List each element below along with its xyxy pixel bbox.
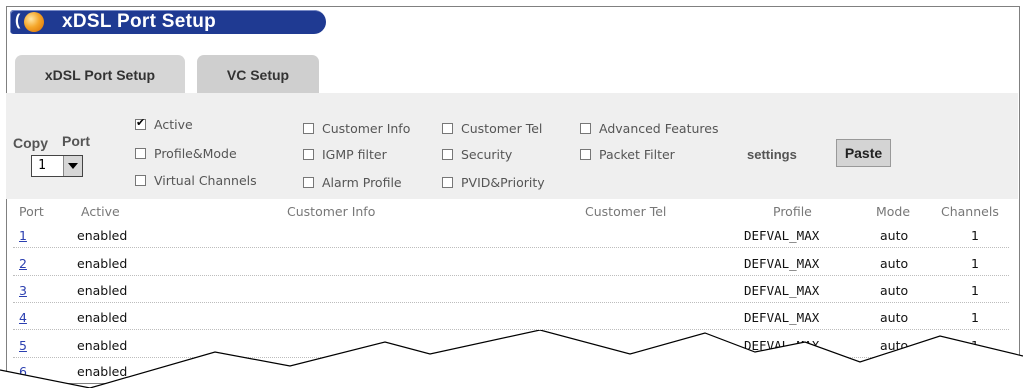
checkbox-label: Profile&Mode bbox=[154, 146, 237, 161]
column-header-active: Active bbox=[81, 204, 120, 219]
port-link[interactable]: 3 bbox=[19, 283, 27, 298]
column-header-port: Port bbox=[19, 204, 44, 219]
profile-cell: DEFVAL_MAX bbox=[744, 228, 820, 243]
chevron-down-icon[interactable] bbox=[63, 156, 82, 176]
channels-cell: 1 bbox=[971, 283, 979, 298]
port-link[interactable]: 2 bbox=[19, 256, 27, 271]
port-select[interactable]: 1 bbox=[31, 155, 83, 177]
checkbox-customer-tel[interactable]: Customer Tel bbox=[442, 121, 542, 136]
checkbox-box[interactable] bbox=[442, 177, 453, 188]
checkbox-box[interactable] bbox=[442, 123, 453, 134]
checkbox-box[interactable] bbox=[135, 148, 146, 159]
paste-button[interactable]: Paste bbox=[836, 139, 891, 167]
checkbox-box[interactable] bbox=[442, 149, 453, 160]
port-label: Port bbox=[62, 133, 90, 149]
checkbox-box[interactable] bbox=[303, 123, 314, 134]
checkbox-virtual-channels[interactable]: Virtual Channels bbox=[135, 173, 257, 188]
column-header-customer-tel: Customer Tel bbox=[585, 204, 667, 219]
orb-icon bbox=[24, 12, 44, 32]
checkbox-label: Packet Filter bbox=[599, 147, 675, 162]
active-cell: enabled bbox=[77, 228, 128, 243]
checkbox-label: Virtual Channels bbox=[154, 173, 257, 188]
table-row: 3 enabled DEFVAL_MAX auto 1 bbox=[13, 278, 1009, 303]
tab-vc-setup[interactable]: VC Setup bbox=[197, 55, 319, 93]
column-header-profile: Profile bbox=[773, 204, 812, 219]
checkbox-label: Customer Info bbox=[322, 121, 411, 136]
port-link[interactable]: 1 bbox=[19, 228, 27, 243]
checkbox-box[interactable] bbox=[303, 149, 314, 160]
checkbox-customer-info[interactable]: Customer Info bbox=[303, 121, 410, 136]
mode-cell: auto bbox=[880, 228, 909, 243]
page-title: xDSL Port Setup bbox=[62, 11, 217, 32]
channels-cell: 1 bbox=[971, 310, 979, 325]
checkbox-advanced-features[interactable]: Advanced Features bbox=[580, 121, 718, 136]
port-select-value: 1 bbox=[38, 158, 46, 173]
checkbox-pvid-priority[interactable]: PVID&Priority bbox=[442, 175, 545, 190]
channels-cell: 1 bbox=[971, 228, 979, 243]
active-cell: enabled bbox=[77, 256, 128, 271]
checkbox-label: Alarm Profile bbox=[322, 175, 402, 190]
title-bar: ( xDSL Port Setup bbox=[10, 10, 326, 34]
table-row: 1 enabled DEFVAL_MAX auto 1 bbox=[13, 223, 1009, 248]
copy-label: Copy bbox=[13, 135, 48, 151]
mode-cell: auto bbox=[880, 310, 909, 325]
checkbox-label: Advanced Features bbox=[599, 121, 719, 136]
checkbox-box[interactable] bbox=[135, 175, 146, 186]
active-cell: enabled bbox=[77, 310, 128, 325]
checkbox-igmp-filter[interactable]: IGMP filter bbox=[303, 147, 387, 162]
mode-cell: auto bbox=[880, 256, 909, 271]
column-header-channels: Channels bbox=[941, 204, 999, 219]
profile-cell: DEFVAL_MAX bbox=[744, 256, 820, 271]
table-row: 2 enabled DEFVAL_MAX auto 1 bbox=[13, 251, 1009, 276]
profile-cell: DEFVAL_MAX bbox=[744, 283, 820, 298]
settings-label: settings bbox=[747, 147, 797, 162]
checkbox-box[interactable] bbox=[135, 116, 146, 130]
column-header-customer-info: Customer Info bbox=[287, 204, 376, 219]
checkbox-label: IGMP filter bbox=[322, 147, 387, 162]
checkbox-box[interactable] bbox=[303, 177, 314, 188]
checkbox-packet-filter[interactable]: Packet Filter bbox=[580, 147, 675, 162]
checkbox-box[interactable] bbox=[580, 149, 591, 160]
column-header-mode: Mode bbox=[876, 204, 911, 219]
checkbox-label: PVID&Priority bbox=[461, 175, 545, 190]
checkbox-security[interactable]: Security bbox=[442, 147, 512, 162]
active-cell: enabled bbox=[77, 283, 128, 298]
torn-edge bbox=[0, 330, 1023, 388]
table-row: 4 enabled DEFVAL_MAX auto 1 bbox=[13, 305, 1009, 330]
checkbox-profile-mode[interactable]: Profile&Mode bbox=[135, 146, 237, 161]
bracket-icon: ( bbox=[15, 12, 21, 29]
checkbox-label: Customer Tel bbox=[461, 121, 543, 136]
profile-cell: DEFVAL_MAX bbox=[744, 310, 820, 325]
tab-xdsl-port-setup[interactable]: xDSL Port Setup bbox=[15, 55, 185, 93]
checkbox-label: Security bbox=[461, 147, 513, 162]
checkbox-alarm-profile[interactable]: Alarm Profile bbox=[303, 175, 402, 190]
mode-cell: auto bbox=[880, 283, 909, 298]
port-link[interactable]: 4 bbox=[19, 310, 27, 325]
checkbox-label: Active bbox=[154, 117, 193, 132]
checkbox-active[interactable]: Active bbox=[135, 116, 193, 132]
channels-cell: 1 bbox=[971, 256, 979, 271]
checkbox-box[interactable] bbox=[580, 123, 591, 134]
